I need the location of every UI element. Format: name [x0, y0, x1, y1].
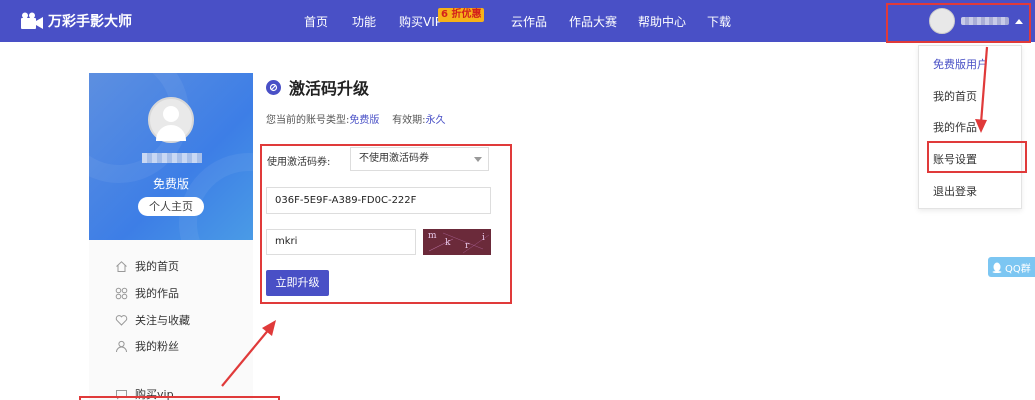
sidebar-item-favorites[interactable]: 关注与收藏: [115, 312, 190, 328]
grid-icon: [115, 287, 128, 299]
validity-value: 永久: [425, 115, 446, 126]
dropdown-item-logout[interactable]: 退出登录: [933, 183, 977, 199]
account-info: 您当前的账号类型:免费版 有效期:永久: [266, 111, 445, 126]
nav-download[interactable]: 下载: [707, 13, 731, 30]
home-icon: [116, 260, 127, 272]
qq-label: QQ群: [1005, 263, 1031, 275]
sidebar-item-label: 我的作品: [135, 287, 179, 300]
highlight-user-menu: [886, 3, 1031, 43]
nav-cloud-works[interactable]: 云作品: [511, 13, 547, 30]
logo-text: 万彩手影大师: [48, 14, 132, 30]
highlight-account-settings: [927, 141, 1027, 173]
vip-discount-badge: 6 折优惠: [438, 8, 485, 22]
sidebar-item-label: 我的粉丝: [135, 340, 179, 353]
nav-features[interactable]: 功能: [352, 13, 376, 30]
highlight-activation-form: [260, 144, 512, 304]
profile-home-button[interactable]: 个人主页: [138, 197, 204, 216]
annotation-arrow-down: [975, 46, 989, 133]
nav-contest[interactable]: 作品大赛: [569, 13, 617, 30]
nav-buy-vip[interactable]: 购买VIP: [399, 13, 442, 30]
annotation-arrow-up: [221, 320, 276, 387]
sidebar-item-label: 关注与收藏: [135, 314, 190, 327]
key-badge-icon: [266, 79, 281, 95]
top-navbar: 万彩手影大师 首页 功能 购买VIP 6 折优惠 云作品 作品大赛 帮助中心 下…: [0, 0, 1035, 42]
film-camera-icon: [21, 12, 43, 29]
profile-avatar: [148, 97, 194, 143]
highlight-buy-vip: [79, 396, 280, 400]
sidebar-item-works[interactable]: 我的作品: [115, 285, 179, 301]
qq-group-button[interactable]: QQ群: [988, 257, 1035, 277]
user-icon: [116, 340, 127, 352]
profile-name-blurred: [142, 153, 202, 163]
validity-label: 有效期:: [392, 115, 426, 126]
account-type-label: 您当前的账号类型:: [266, 115, 350, 126]
nav-home[interactable]: 首页: [304, 13, 328, 30]
sidebar-item-label: 我的首页: [135, 260, 179, 273]
account-type-value: 免费版: [349, 115, 380, 126]
logo[interactable]: 万彩手影大师: [20, 11, 132, 31]
heart-icon: [115, 314, 128, 326]
profile-card: 免费版 个人主页: [89, 73, 253, 240]
qq-icon: [992, 262, 1002, 273]
sidebar-item-fans[interactable]: 我的粉丝: [115, 338, 179, 354]
nav-help[interactable]: 帮助中心: [638, 13, 686, 30]
page-title-row: 激活码升级: [266, 75, 369, 99]
page-title: 激活码升级: [289, 79, 370, 98]
profile-plan: 免费版: [152, 177, 189, 191]
sidebar-item-home[interactable]: 我的首页: [115, 258, 179, 274]
